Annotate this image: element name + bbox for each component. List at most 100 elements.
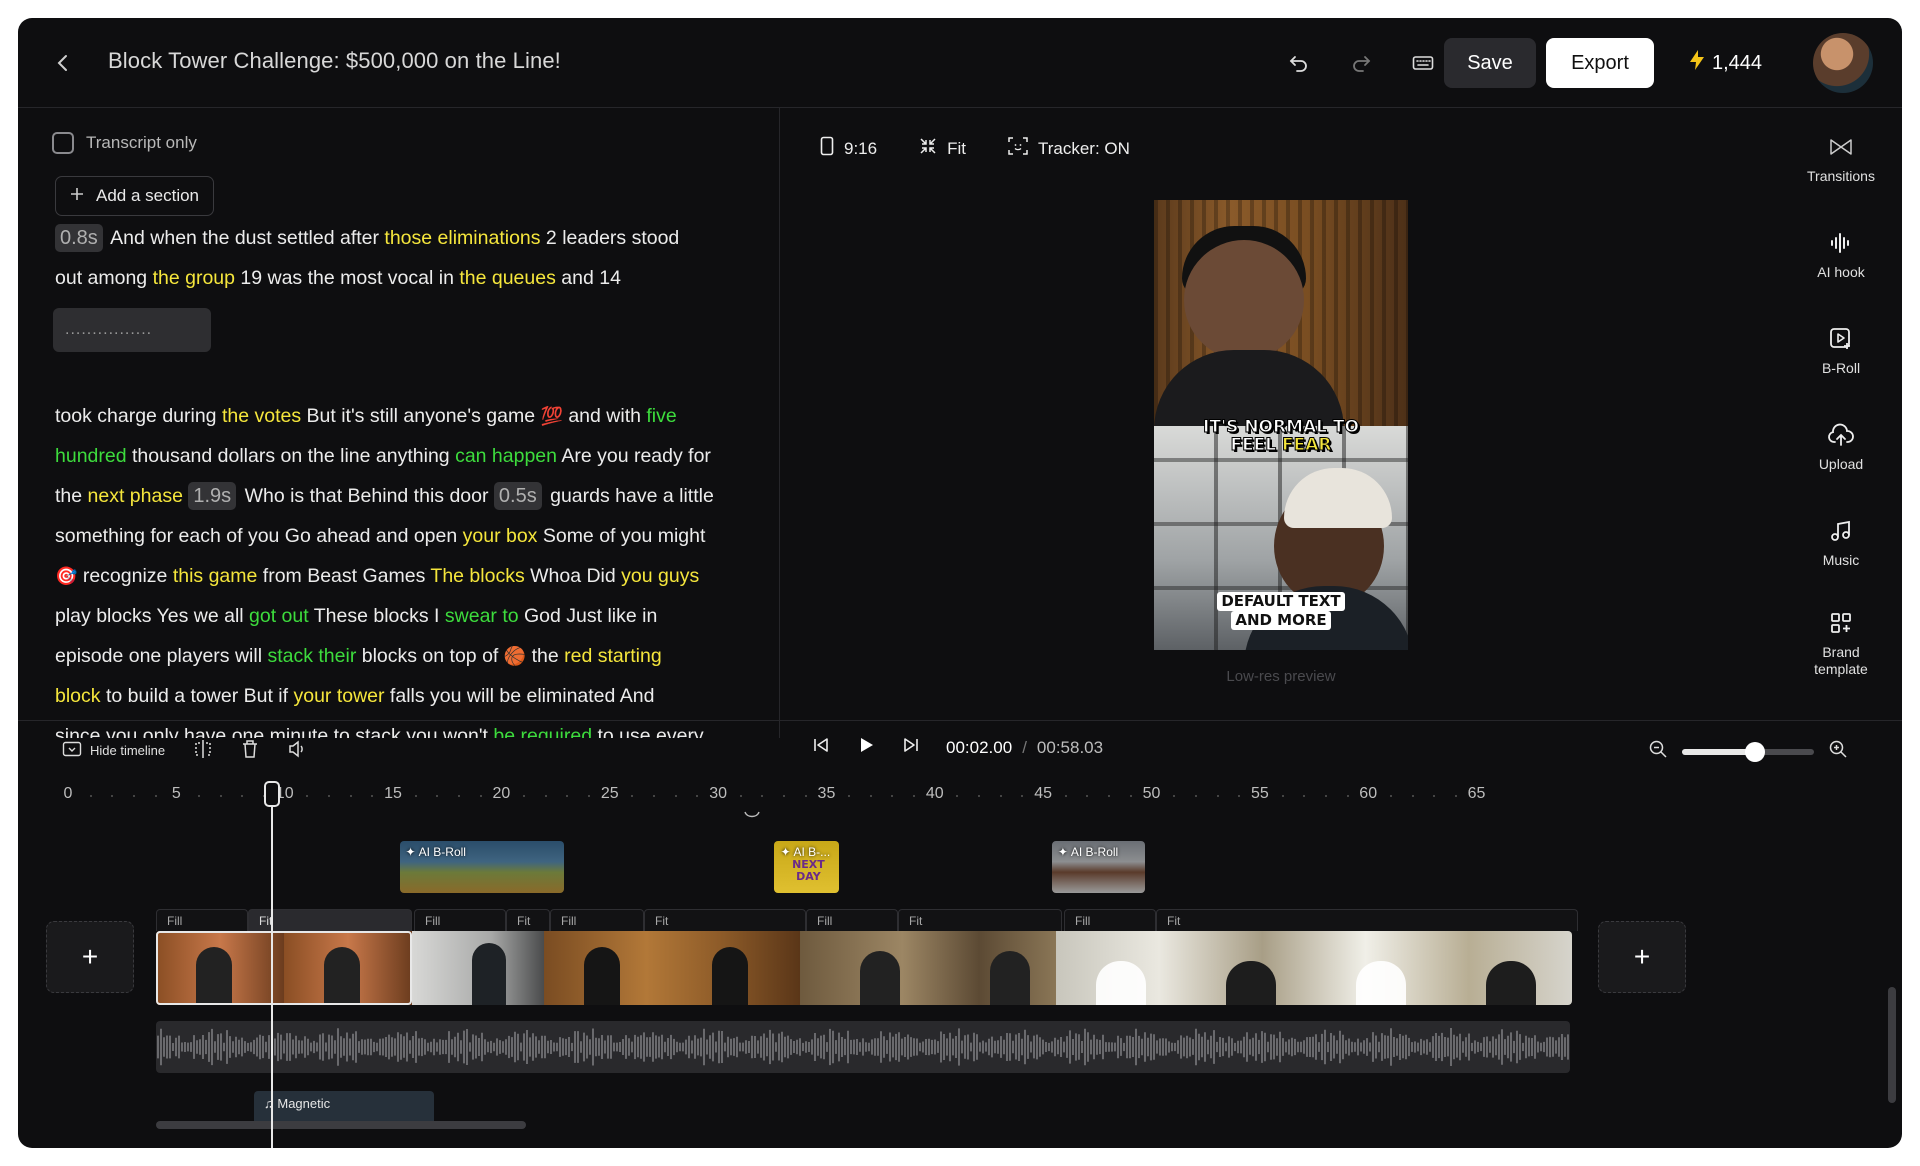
clip-fit-toggle[interactable]: Fit — [506, 909, 550, 931]
highlighted-phrase[interactable]: next phase — [88, 485, 183, 507]
add-section-button[interactable]: Add a section — [55, 176, 215, 216]
emoji-marker[interactable]: 🏀 — [504, 646, 526, 667]
sidebar-item-ai-hook[interactable]: AI hook — [1780, 226, 1902, 280]
transcript-line[interactable]: out among the group 19 was the most voca… — [55, 258, 755, 298]
transcript-line[interactable]: block to build a tower But if your tower… — [55, 676, 755, 716]
split-icon[interactable] — [193, 739, 213, 762]
highlighted-phrase[interactable]: the group — [153, 267, 235, 289]
video-clip[interactable] — [1056, 931, 1572, 1005]
video-clip[interactable] — [412, 931, 544, 1005]
sidebar-item-brand-template[interactable]: Brand template — [1780, 606, 1902, 678]
transcript-line[interactable]: episode one players will stack their blo… — [55, 636, 755, 676]
sidebar-item-transitions[interactable]: Transitions — [1780, 130, 1902, 184]
clip-fit-toggle[interactable]: Fill — [806, 909, 898, 931]
section-divider[interactable]: ................ — [53, 308, 211, 352]
transcript-line[interactable]: hundred thousand dollars on the line any… — [55, 436, 755, 476]
highlighted-phrase[interactable]: swear to — [445, 605, 519, 627]
broll-clip[interactable]: ✦ AI B-... NEXT DAY — [774, 841, 840, 893]
highlighted-phrase[interactable]: you guys — [621, 565, 699, 587]
clip-fit-toggle[interactable]: Fill — [550, 909, 644, 931]
pause-marker[interactable]: 1.9s — [188, 482, 237, 510]
project-title[interactable]: Block Tower Challenge: $500,000 on the L… — [108, 48, 561, 74]
hide-timeline-button[interactable]: Hide timeline — [62, 741, 165, 760]
caption-bottom[interactable]: DEFAULT TEXT AND MORE — [1212, 592, 1350, 630]
play-icon[interactable] — [856, 735, 876, 760]
zoom-slider-handle[interactable] — [1744, 741, 1765, 762]
sidebar-item-music[interactable]: Music — [1780, 514, 1902, 568]
pause-marker[interactable]: 0.5s — [493, 482, 542, 510]
add-clip-after-button[interactable]: + — [1598, 921, 1686, 993]
ruler-tick — [653, 795, 656, 797]
sidebar-item-upload[interactable]: Upload — [1780, 418, 1902, 472]
music-clip[interactable]: ♫ Magnetic — [254, 1091, 434, 1121]
back-arrow-icon[interactable] — [48, 48, 78, 78]
highlighted-phrase[interactable]: the votes — [222, 405, 301, 427]
transcript-only-checkbox[interactable] — [52, 132, 74, 154]
highlighted-phrase[interactable]: got out — [249, 605, 309, 627]
skip-forward-icon[interactable] — [902, 736, 920, 759]
zoom-slider[interactable] — [1682, 741, 1814, 762]
save-button[interactable]: Save — [1444, 38, 1536, 88]
redo-icon[interactable] — [1346, 48, 1376, 78]
audio-track[interactable] — [156, 1021, 1570, 1073]
transcript-line[interactable]: something for each of you Go ahead and o… — [55, 516, 755, 556]
highlighted-phrase[interactable]: The blocks — [430, 565, 524, 587]
transcript-section-2[interactable]: took charge during the votes But it's st… — [55, 396, 755, 738]
video-clip[interactable] — [544, 931, 800, 1005]
clip-fit-toggle[interactable]: Fit — [644, 909, 806, 931]
highlighted-phrase[interactable]: can happen — [455, 445, 557, 467]
trash-icon[interactable] — [241, 739, 259, 762]
highlighted-phrase[interactable]: your box — [463, 525, 538, 547]
vertical-scrollbar[interactable] — [1888, 987, 1896, 1103]
highlighted-phrase[interactable]: hundred — [55, 445, 127, 467]
ruler-tick — [1129, 795, 1132, 797]
clip-fit-toggle[interactable]: Fill — [414, 909, 506, 931]
zoom-out-icon[interactable] — [1648, 739, 1668, 764]
zoom-in-icon[interactable] — [1828, 739, 1848, 764]
highlighted-phrase[interactable]: those eliminations — [384, 227, 540, 249]
clip-fit-toggle[interactable]: Fill — [1064, 909, 1156, 931]
highlighted-phrase[interactable]: red starting — [564, 645, 662, 667]
caption-top[interactable]: IT'S NORMAL TO FEEL FEAR — [1154, 418, 1408, 455]
horizontal-scrollbar[interactable] — [156, 1121, 526, 1129]
time-ruler[interactable]: 0 5 10 15 20 25 30 35 40 45 50 55 60 65 — [18, 785, 1902, 815]
emoji-marker[interactable]: 🎯 — [55, 566, 77, 587]
credits-counter[interactable]: 1,444 — [1688, 48, 1762, 78]
volume-icon[interactable] — [287, 739, 307, 762]
transcript-line[interactable]: 0.8s And when the dust settled after tho… — [55, 218, 755, 258]
clip-fit-toggle[interactable]: Fit — [1156, 909, 1578, 931]
selected-clip-outline[interactable] — [156, 931, 412, 1005]
transcript-line[interactable]: play blocks Yes we all got out These blo… — [55, 596, 755, 636]
highlighted-phrase[interactable]: five — [646, 405, 676, 427]
transcript-line[interactable]: took charge during the votes But it's st… — [55, 396, 755, 436]
transcript-line[interactable]: 🎯 recognize this game from Beast Games T… — [55, 556, 755, 596]
transcript-section-1[interactable]: 0.8s And when the dust settled after tho… — [55, 218, 755, 298]
emoji-marker[interactable]: 💯 — [540, 406, 562, 427]
broll-clip[interactable]: ✦ AI B-Roll — [399, 841, 565, 893]
highlighted-phrase[interactable]: your tower — [293, 685, 384, 707]
highlighted-phrase[interactable]: block — [55, 685, 101, 707]
sidebar-item-broll[interactable]: B-Roll — [1780, 322, 1902, 376]
highlighted-phrase[interactable]: this game — [173, 565, 258, 587]
pause-marker[interactable]: 0.8s — [55, 224, 103, 252]
keyboard-icon[interactable] — [1408, 48, 1438, 78]
video-preview[interactable]: IT'S NORMAL TO FEEL FEAR DEFAULT TEXT AN… — [1154, 200, 1408, 650]
transcript-only-toggle[interactable]: Transcript only — [52, 132, 197, 154]
undo-icon[interactable] — [1284, 48, 1314, 78]
broll-clip[interactable]: ✦ AI B-Roll — [1051, 841, 1145, 893]
transcript-line[interactable]: the next phase 1.9s Who is that Behind t… — [55, 476, 755, 516]
clip-fit-toggle[interactable]: Fit — [898, 909, 1062, 931]
fit-button[interactable]: Fit — [919, 136, 966, 161]
add-clip-before-button[interactable]: + — [46, 921, 134, 993]
skip-back-icon[interactable] — [812, 736, 830, 759]
tracker-toggle[interactable]: Tracker: ON — [1008, 136, 1130, 161]
playhead[interactable] — [271, 785, 273, 1148]
export-button[interactable]: Export — [1546, 38, 1654, 88]
highlighted-phrase[interactable]: the queues — [459, 267, 556, 289]
highlighted-phrase[interactable]: stack their — [267, 645, 356, 667]
video-clip[interactable] — [800, 931, 1056, 1005]
playhead-handle[interactable] — [264, 781, 280, 807]
avatar[interactable] — [1813, 33, 1873, 93]
clip-fit-toggle[interactable]: Fill — [156, 909, 248, 931]
aspect-ratio-button[interactable]: 9:16 — [820, 136, 877, 161]
